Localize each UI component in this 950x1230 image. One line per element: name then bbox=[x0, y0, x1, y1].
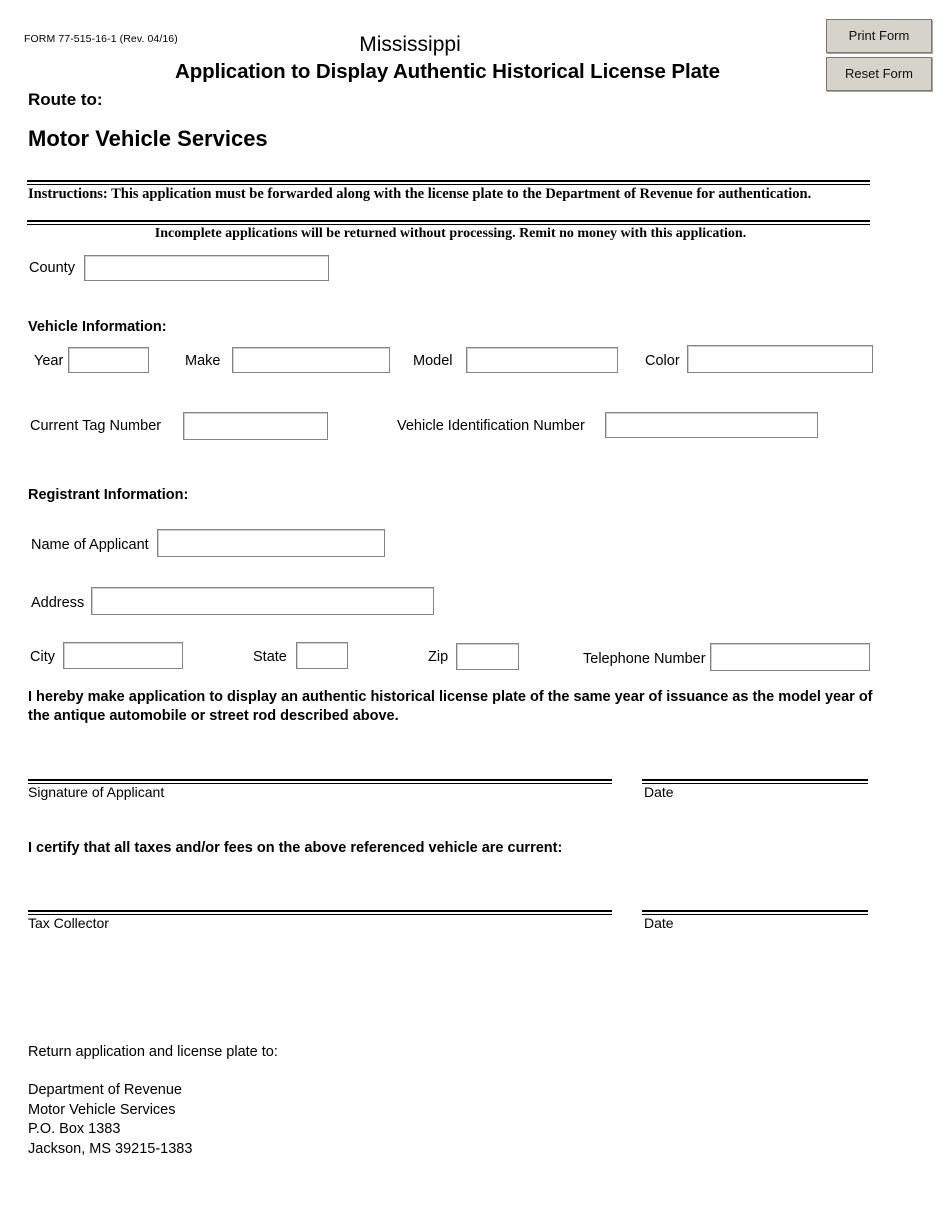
state-label: State bbox=[253, 649, 287, 665]
year-label: Year bbox=[34, 353, 64, 369]
county-input[interactable] bbox=[84, 255, 329, 281]
return-mailing-address: Department of Revenue Motor Vehicle Serv… bbox=[28, 1082, 193, 1157]
city-input[interactable] bbox=[63, 642, 183, 669]
state-name: Mississippi bbox=[359, 33, 461, 56]
applicant-date-line[interactable] bbox=[642, 779, 868, 784]
make-label: Make bbox=[185, 353, 221, 369]
color-input[interactable] bbox=[687, 345, 873, 373]
vin-input[interactable] bbox=[605, 412, 818, 438]
registrant-information-heading: Registrant Information: bbox=[28, 487, 189, 503]
city-label: City bbox=[30, 649, 55, 665]
address-input[interactable] bbox=[91, 587, 434, 615]
model-label: Model bbox=[413, 353, 453, 369]
current-tag-number-label: Current Tag Number bbox=[30, 418, 162, 434]
print-form-button[interactable]: Print Form bbox=[826, 19, 932, 53]
instructions-rule-top bbox=[27, 180, 870, 185]
reset-form-button[interactable]: Reset Form bbox=[826, 57, 932, 91]
route-to-destination: Motor Vehicle Services bbox=[28, 126, 268, 151]
telephone-number-input[interactable] bbox=[710, 643, 870, 671]
year-input[interactable] bbox=[68, 347, 149, 373]
model-input[interactable] bbox=[466, 347, 618, 373]
applicant-date-label: Date bbox=[644, 784, 674, 800]
telephone-number-label: Telephone Number bbox=[583, 651, 706, 667]
return-instructions-heading: Return application and license plate to: bbox=[28, 1044, 278, 1060]
tax-collector-label: Tax Collector bbox=[28, 915, 109, 931]
zip-label: Zip bbox=[428, 649, 449, 665]
vin-label: Vehicle Identification Number bbox=[397, 418, 585, 434]
form-page: FORM 77-515-16-1 (Rev. 04/16) Mississipp… bbox=[0, 0, 950, 1230]
instructions-text: Instructions: This application must be f… bbox=[28, 186, 812, 202]
make-input[interactable] bbox=[232, 347, 390, 373]
certification-text: I certify that all taxes and/or fees on … bbox=[28, 840, 563, 856]
page-title: Application to Display Authentic Histori… bbox=[175, 60, 720, 83]
zip-input[interactable] bbox=[456, 643, 519, 670]
name-of-applicant-input[interactable] bbox=[157, 529, 385, 557]
instructions-rule-bottom bbox=[27, 220, 870, 225]
color-label: Color bbox=[645, 353, 680, 369]
state-input[interactable] bbox=[296, 642, 348, 669]
current-tag-number-input[interactable] bbox=[183, 412, 328, 440]
county-label: County bbox=[29, 260, 75, 276]
name-of-applicant-label: Name of Applicant bbox=[31, 537, 149, 553]
tax-collector-line[interactable] bbox=[28, 910, 612, 915]
declaration-text: I hereby make application to display an … bbox=[28, 689, 873, 724]
tax-collector-date-line[interactable] bbox=[642, 910, 868, 915]
address-label: Address bbox=[31, 595, 85, 611]
tax-collector-date-label: Date bbox=[644, 915, 674, 931]
vehicle-information-heading: Vehicle Information: bbox=[28, 319, 167, 335]
instructions-note: Incomplete applications will be returned… bbox=[154, 226, 747, 241]
route-to-label: Route to: bbox=[28, 90, 103, 109]
signature-of-applicant-label: Signature of Applicant bbox=[28, 784, 165, 800]
